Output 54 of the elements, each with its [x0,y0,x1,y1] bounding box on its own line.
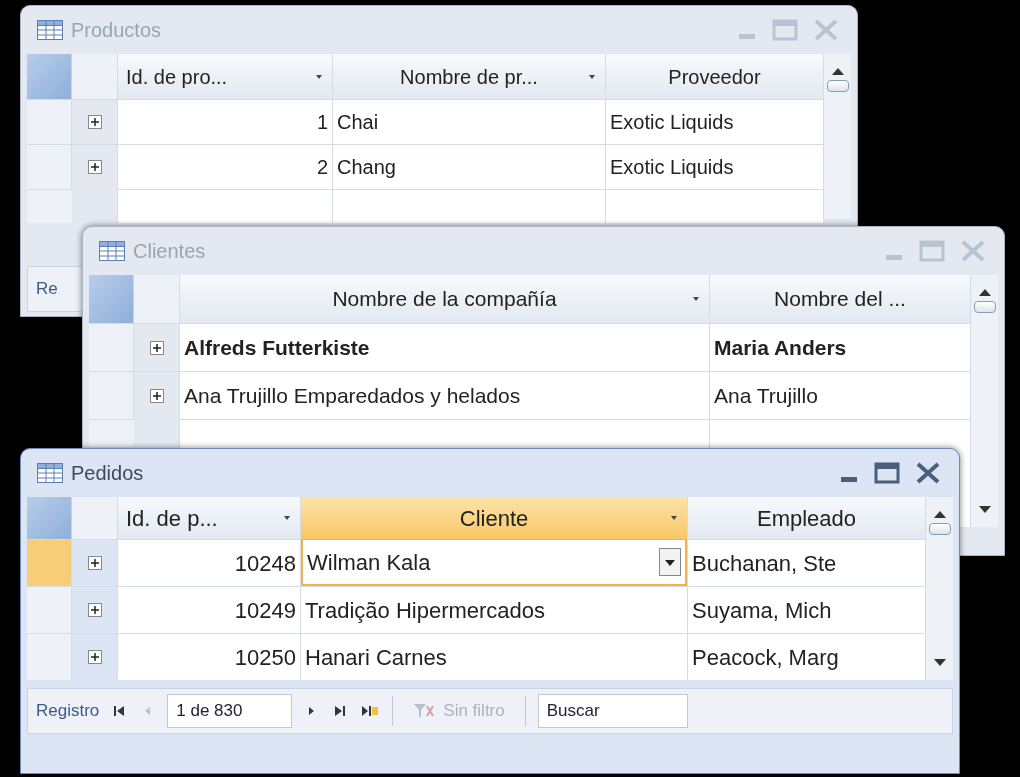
table-icon [37,20,63,40]
select-all-button[interactable] [89,275,134,323]
expand-icon[interactable] [87,650,102,664]
select-all-button[interactable] [27,54,72,99]
record-number-field[interactable]: 1 de 830 [167,694,293,728]
scrollbar[interactable] [970,275,998,527]
filter-icon [413,702,436,720]
column-header[interactable]: Nombre de pr... [333,54,605,99]
expand-icon[interactable] [87,115,102,129]
column-header[interactable]: Id. de p... [118,497,300,539]
scroll-up-icon[interactable] [829,66,846,76]
dropdown-caret-icon[interactable] [691,295,701,303]
combo-dropdown-button[interactable] [659,548,681,576]
dropdown-caret-icon[interactable] [282,514,292,522]
window-title: Productos [71,18,162,43]
expand-icon[interactable] [87,603,102,617]
record-label: Registro [36,700,100,723]
column-header[interactable]: Nombre del ... [710,275,970,323]
scroll-thumb[interactable] [973,301,996,313]
column-header[interactable]: Id. de pro... [118,54,332,99]
column-header[interactable]: Nombre de la compañía [180,275,709,323]
maximize-button[interactable] [873,461,901,485]
expand-icon[interactable] [149,388,164,403]
column-header[interactable]: Cliente [301,497,687,539]
select-all-button[interactable] [27,497,72,539]
record-label: Re [36,278,58,301]
expand-icon[interactable] [87,556,102,570]
window-title: Pedidos [71,461,144,486]
scroll-down-icon[interactable] [976,505,993,515]
table-cell: Wilman Kala [301,539,687,586]
scroll-thumb[interactable] [826,80,849,92]
dropdown-caret-icon[interactable] [314,72,324,81]
header-cell [134,275,179,323]
search-field[interactable]: Buscar [537,694,688,728]
column-header[interactable]: Proveedor [606,54,823,99]
scroll-down-icon[interactable] [931,658,948,668]
table-icon [37,463,63,483]
dropdown-caret-icon[interactable] [587,72,597,81]
table-cell: Alfreds Futterkiste [180,323,709,371]
new-record-selector[interactable] [89,419,134,447]
expand-icon[interactable] [87,160,102,174]
new-record-icon[interactable] [360,703,381,719]
window-title: Clientes [133,239,206,264]
scroll-up-icon[interactable] [976,287,993,297]
scroll-thumb[interactable] [928,523,951,535]
table-icon [99,241,125,261]
scrollbar[interactable] [925,497,953,680]
header-cell [72,54,117,99]
scrollbar[interactable] [823,54,851,219]
expand-icon[interactable] [149,340,164,355]
header-cell [72,497,117,539]
dropdown-caret-icon[interactable] [669,514,679,522]
scroll-up-icon[interactable] [931,509,948,519]
column-header[interactable]: Empleado [688,497,925,539]
